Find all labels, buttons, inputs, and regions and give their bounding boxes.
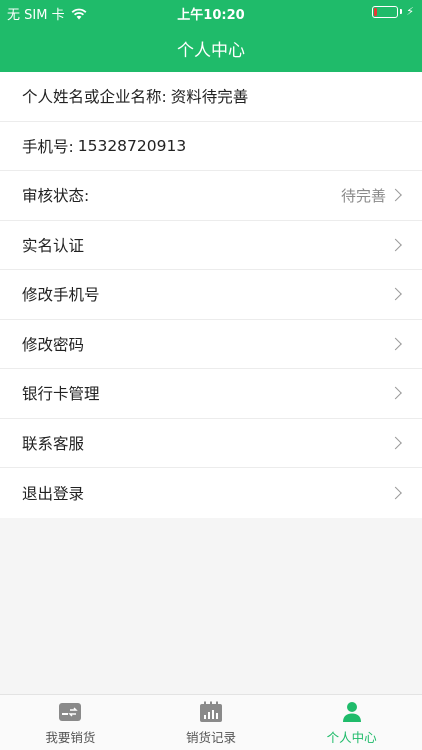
header: 无 SIM 卡 上午10:20 ⚡ 个人中心 [0, 0, 422, 72]
phone-value: 15328720913 [77, 136, 187, 155]
review-status-label: 审核状态: [22, 187, 90, 206]
menu-item-logout[interactable]: 退出登录 [0, 468, 422, 518]
tab-label: 个人中心 [326, 730, 377, 745]
status-time: 上午10:20 [177, 8, 245, 23]
name-value: 资料待完善 [170, 88, 249, 107]
tab-bar: 我要销货 销货记录 个人中心 [0, 694, 422, 750]
menu-item-label: 银行卡管理 [22, 385, 100, 404]
phone-row: 手机号: 15328720913 [0, 122, 422, 171]
chevron-right-icon [389, 287, 402, 301]
menu-item-real-name-auth[interactable]: 实名认证 [0, 221, 422, 270]
tab-sell[interactable]: 我要销货 [0, 695, 141, 750]
menu-item-change-password[interactable]: 修改密码 [0, 320, 422, 369]
menu-item-change-phone[interactable]: 修改手机号 [0, 270, 422, 320]
chevron-right-icon [389, 436, 402, 450]
menu-item-label: 退出登录 [22, 484, 85, 503]
review-status-row[interactable]: 审核状态: 待完善 [0, 171, 422, 221]
tab-label: 销货记录 [186, 730, 237, 745]
name-row: 个人姓名或企业名称: 资料待完善 [0, 72, 422, 122]
page-title: 个人中心 [177, 41, 245, 61]
menu-item-label: 修改手机号 [22, 286, 100, 305]
chevron-right-icon [389, 238, 402, 252]
chevron-right-icon [389, 188, 402, 202]
chevron-right-icon [389, 337, 402, 351]
menu-item-bank-cards[interactable]: 银行卡管理 [0, 369, 422, 419]
battery-icon: ⚡ [372, 5, 414, 18]
tab-records[interactable]: 销货记录 [141, 695, 282, 750]
person-icon [342, 702, 361, 722]
sell-card-icon [59, 703, 82, 721]
name-label: 个人姓名或企业名称: [22, 88, 167, 107]
profile-list: 个人姓名或企业名称: 资料待完善 手机号: 15328720913 审核状态: … [0, 72, 422, 518]
tab-profile[interactable]: 个人中心 [281, 695, 422, 750]
tab-label: 我要销货 [45, 730, 96, 745]
chevron-right-icon [389, 386, 402, 400]
phone-label: 手机号: [22, 137, 74, 156]
menu-item-contact-support[interactable]: 联系客服 [0, 419, 422, 468]
charging-icon: ⚡ [406, 5, 414, 18]
menu-item-label: 实名认证 [22, 236, 85, 255]
chevron-right-icon [389, 486, 402, 500]
status-bar: 无 SIM 卡 上午10:20 ⚡ [0, 0, 422, 24]
review-status-value: 待完善 [340, 186, 386, 205]
menu-item-label: 联系客服 [22, 434, 85, 453]
records-calendar-icon [200, 701, 222, 722]
menu-item-label: 修改密码 [22, 335, 85, 354]
